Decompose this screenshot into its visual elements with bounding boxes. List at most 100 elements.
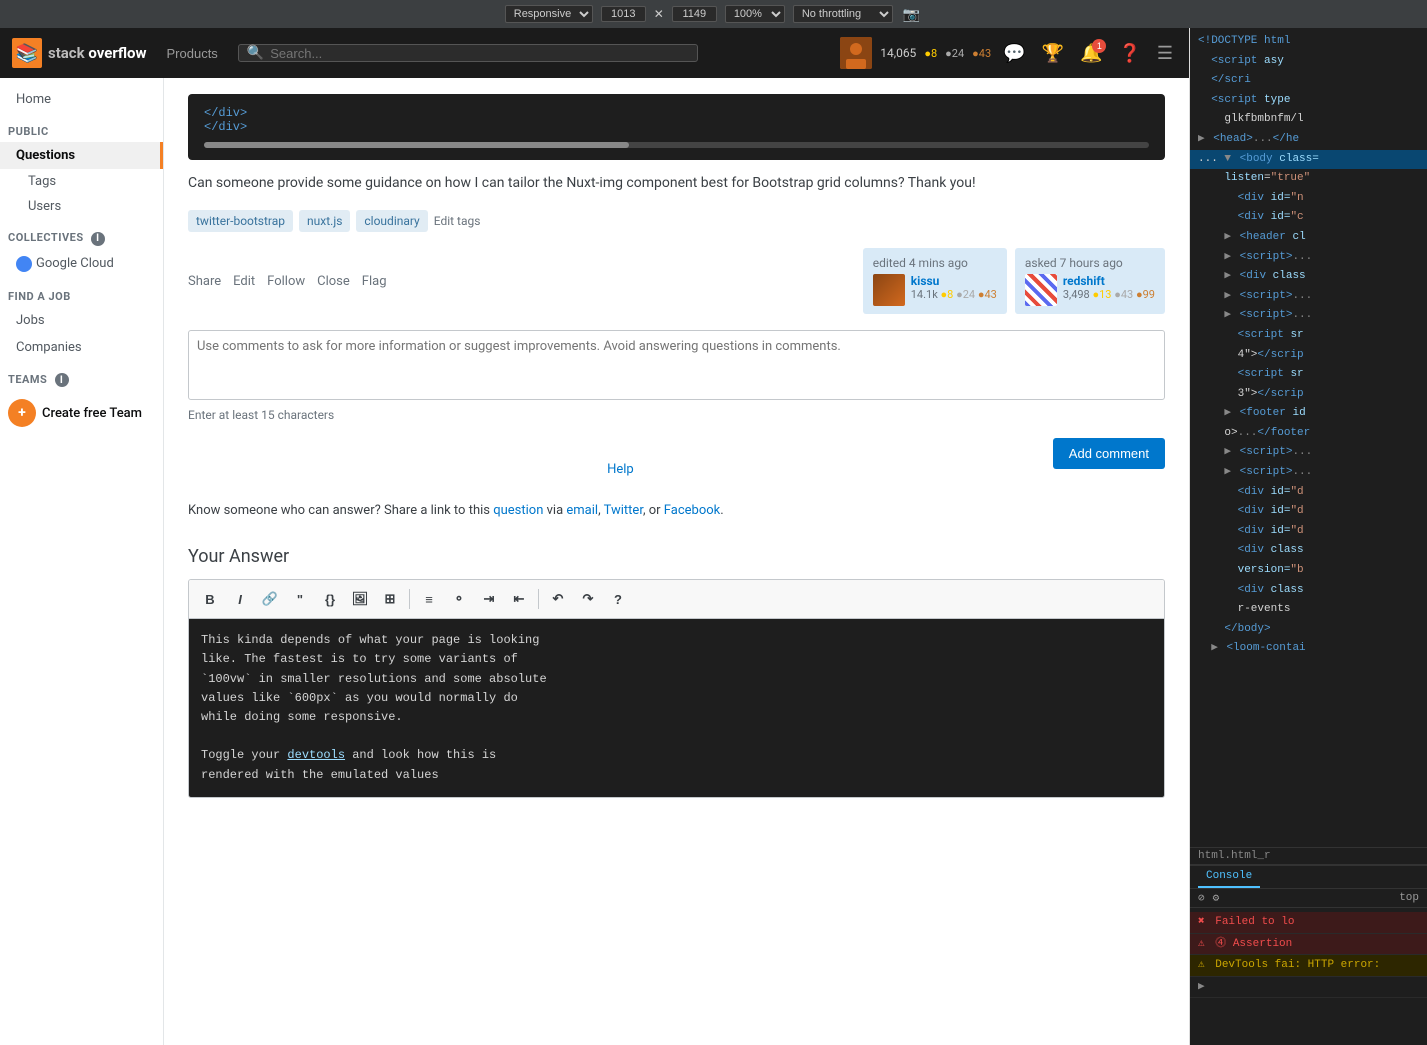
editor-line-5: while doing some responsive. (201, 708, 1152, 727)
editor-name[interactable]: kissu (911, 274, 997, 288)
action-flag[interactable]: Flag (362, 274, 387, 289)
menu-icon[interactable]: ☰ (1153, 39, 1177, 68)
quote-btn[interactable]: " (287, 586, 313, 612)
editor-line-6 (201, 727, 1152, 746)
so-panel: 📚 stack overflow Products 🔍 14,065 ●8 (0, 28, 1190, 1045)
action-edit[interactable]: Edit (233, 274, 255, 289)
console-error-1: ✖ Failed to lo (1190, 912, 1427, 934)
comment-textarea[interactable] (188, 330, 1165, 400)
editor-toolbar: B I 🔗 " {} 🖼 ⊞ ≡ ⚬ ⇥ ⇤ ↶ ↷ (189, 580, 1164, 619)
facebook-link[interactable]: Facebook (664, 503, 720, 518)
zoom-select[interactable]: 100% (725, 5, 785, 23)
dt-line-14: ▶ <script>... (1190, 287, 1427, 307)
so-search-box[interactable]: 🔍 (238, 44, 698, 62)
code-scrollbar[interactable] (204, 142, 1149, 148)
asker-user-info: redshift 3,498 ●13 ●43 ●99 (1025, 274, 1155, 306)
console-tab[interactable]: Console (1198, 866, 1260, 888)
edit-tags-link[interactable]: Edit tags (434, 214, 481, 228)
console-expand-row[interactable]: ▶ (1190, 977, 1427, 999)
dt-line-11: ▶ <header cl (1190, 228, 1427, 248)
sidebar-collectives-header: COLLECTIVES i (0, 219, 163, 250)
sidebar-item-jobs[interactable]: Jobs (0, 307, 163, 334)
console-top-label[interactable]: top (1399, 892, 1419, 904)
link-btn[interactable]: 🔗 (257, 586, 283, 612)
dt-line-6: ▶ <head>...</he (1190, 130, 1427, 150)
ol-btn[interactable]: ≡ (416, 586, 442, 612)
toolbar-separator-2 (538, 589, 539, 609)
tag-cloudinary[interactable]: cloudinary (356, 210, 427, 232)
image-btn[interactable]: 🖼 (347, 586, 373, 612)
sidebar-item-home[interactable]: Home (0, 86, 163, 113)
tag-twitter-bootstrap[interactable]: twitter-bootstrap (188, 210, 293, 232)
sidebar-item-companies[interactable]: Companies (0, 334, 163, 361)
throttle-select[interactable]: No throttling (793, 5, 893, 23)
devtools-code-panel[interactable]: <!DOCTYPE html <script asy </scri <scrip… (1190, 28, 1427, 848)
teams-info-icon[interactable]: i (55, 373, 69, 387)
dt-line-24: <div id="d (1190, 483, 1427, 503)
console-clear-icon[interactable]: ⊘ (1198, 891, 1205, 905)
dt-line-3: </scri (1190, 71, 1427, 91)
bronze-badge: ●43 (972, 47, 991, 60)
redo-btn[interactable]: ↷ (575, 586, 601, 612)
notification-badge: 1 (1092, 39, 1106, 53)
sidebar-item-questions[interactable]: Questions (0, 142, 163, 169)
avatar[interactable] (840, 37, 872, 69)
products-button[interactable]: Products (159, 42, 226, 65)
undo-btn[interactable]: ↶ (545, 586, 571, 612)
twitter-link[interactable]: Twitter (604, 503, 643, 518)
code-scrollbar-thumb (204, 142, 629, 148)
dt-line-16: <script sr (1190, 326, 1427, 346)
italic-btn[interactable]: I (227, 586, 253, 612)
trophy-icon[interactable]: 🏆 (1038, 39, 1068, 68)
notification-icon[interactable]: 🔔 1 (1076, 39, 1106, 68)
tag-nuxtjs[interactable]: nuxt.js (299, 210, 350, 232)
dt-line-27: <div class (1190, 541, 1427, 561)
action-share[interactable]: Share (188, 274, 221, 289)
email-link[interactable]: email (566, 503, 598, 518)
dt-line-29: <div class (1190, 581, 1427, 601)
table-btn[interactable]: ⊞ (377, 586, 403, 612)
code-btn[interactable]: {} (317, 586, 343, 612)
dt-line-1: <!DOCTYPE html (1190, 32, 1427, 52)
asker-name[interactable]: redshift (1063, 274, 1155, 288)
sidebar-item-tags[interactable]: Tags (0, 169, 163, 194)
camera-icon[interactable]: 📷 (901, 4, 922, 25)
action-close[interactable]: Close (317, 274, 350, 289)
create-team-button[interactable]: + Create free Team (0, 391, 163, 435)
height-input[interactable] (672, 6, 717, 22)
width-input[interactable] (601, 6, 646, 22)
dt-bottom-line: html.html_r (1190, 848, 1427, 865)
action-follow[interactable]: Follow (267, 274, 305, 289)
question-link[interactable]: question (493, 503, 543, 518)
bold-btn[interactable]: B (197, 586, 223, 612)
chat-icon[interactable]: 💬 (999, 39, 1029, 68)
search-input[interactable] (270, 46, 689, 61)
dt-line-7[interactable]: ... ▼ <body class= (1190, 150, 1427, 170)
help-btn[interactable]: ? (605, 586, 631, 612)
dt-line-25: <div id="d (1190, 502, 1427, 522)
outdent-btn[interactable]: ⇤ (506, 586, 532, 612)
sidebar: Home PUBLIC Questions Tags Users COLLECT… (0, 78, 164, 1045)
expand-icon[interactable]: ▶ (1198, 981, 1205, 993)
dt-line-20: ▶ <footer id (1190, 404, 1427, 424)
code-line-1: </div> (204, 106, 1149, 120)
help-icon[interactable]: ❓ (1114, 39, 1144, 68)
code-line-2: </div> (204, 120, 1149, 134)
dt-line-32: ▶ <loom-contai (1190, 639, 1427, 659)
dt-line-8: listen="true" (1190, 169, 1427, 189)
sidebar-item-google-cloud[interactable]: Google Cloud (0, 250, 163, 278)
dt-line-5: glkfbmbnfm/l (1190, 110, 1427, 130)
indent-btn[interactable]: ⇥ (476, 586, 502, 612)
collectives-info-icon[interactable]: i (91, 232, 105, 246)
so-logo[interactable]: 📚 stack overflow (12, 38, 147, 68)
dt-line-28: version="b (1190, 561, 1427, 581)
responsive-mode-select[interactable]: Responsive (505, 5, 593, 23)
browser-responsive-bar: Responsive ✕ 100% No throttling 📷 (0, 0, 1427, 28)
console-filter-icon[interactable]: ⚙ (1213, 891, 1220, 905)
ul-btn[interactable]: ⚬ (446, 586, 472, 612)
editor-content[interactable]: This kinda depends of what your page is … (189, 619, 1164, 797)
add-comment-button[interactable]: Add comment (1053, 438, 1165, 469)
help-link[interactable]: Help (188, 462, 1165, 477)
teams-create-icon: + (8, 399, 36, 427)
sidebar-item-users[interactable]: Users (0, 194, 163, 219)
